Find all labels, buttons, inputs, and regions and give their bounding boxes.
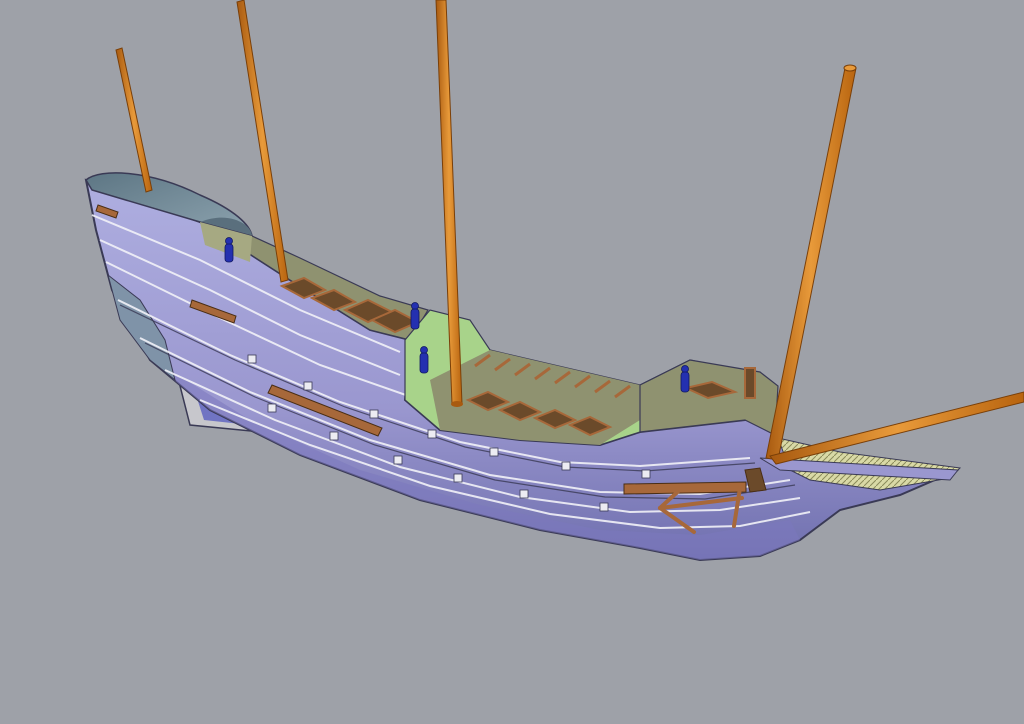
crew-figure — [410, 302, 420, 330]
forecastle — [639, 359, 779, 436]
crew-figure — [680, 365, 690, 393]
model-viewport[interactable] — [0, 0, 1024, 724]
fore-mast — [765, 64, 857, 461]
crew-figure — [224, 237, 234, 263]
mizzen-bonaventure-mast — [115, 47, 153, 193]
bowsprit — [769, 391, 1024, 465]
ship-model-render — [84, 0, 1024, 562]
crew-figure — [419, 346, 429, 374]
